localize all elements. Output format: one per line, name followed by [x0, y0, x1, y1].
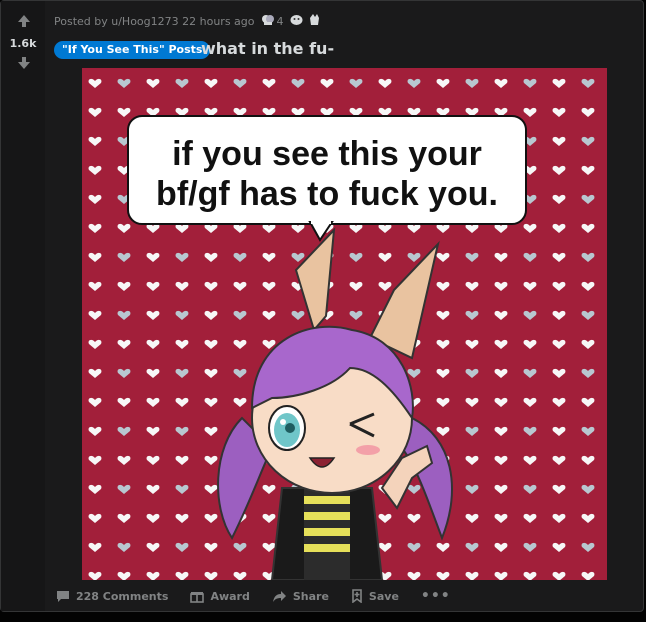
post-image[interactable]: if you see this your bf/gf has to fuck y…: [82, 68, 607, 580]
post-meta: Posted by u/Hoog1273 22 hours ago 4: [54, 13, 320, 29]
more-options-button[interactable]: •••: [421, 588, 451, 604]
bookmark-icon: [351, 589, 363, 603]
award-icon: [261, 14, 275, 29]
award-label: Award: [210, 589, 250, 603]
share-icon: [272, 590, 287, 603]
post-card: 1.6k Posted by u/Hoog1273 22 hours ago 4…: [0, 0, 644, 612]
award-hands-icon: [309, 13, 320, 29]
vote-column: 1.6k: [1, 1, 45, 611]
share-button[interactable]: Share: [272, 590, 329, 603]
caption-line-2: bf/gf has to fuck you.: [156, 175, 498, 213]
vote-score: 1.6k: [9, 37, 37, 50]
post-title[interactable]: what in the fu-: [201, 39, 334, 58]
save-label: Save: [368, 589, 399, 603]
posted-by-text[interactable]: Posted by u/Hoog1273 22 hours ago: [54, 15, 255, 28]
comments-button[interactable]: 228 Comments: [56, 589, 168, 603]
save-button[interactable]: Save: [351, 589, 399, 603]
post-flair[interactable]: "If You See This" Posts: [54, 41, 211, 59]
share-label: Share: [292, 589, 329, 603]
post-actions: 228 Comments Award Share Save •••: [56, 588, 451, 604]
award-count: 4: [276, 14, 284, 28]
upvote-icon[interactable]: [17, 14, 31, 28]
gift-icon: [190, 589, 205, 603]
award-face-icon: [290, 14, 303, 29]
comments-label: 228 Comments: [76, 589, 169, 603]
comment-icon: [56, 589, 70, 603]
downvote-icon[interactable]: [17, 56, 31, 70]
award-button[interactable]: Award: [190, 589, 250, 603]
caption-line-1: if you see this your: [172, 135, 482, 173]
